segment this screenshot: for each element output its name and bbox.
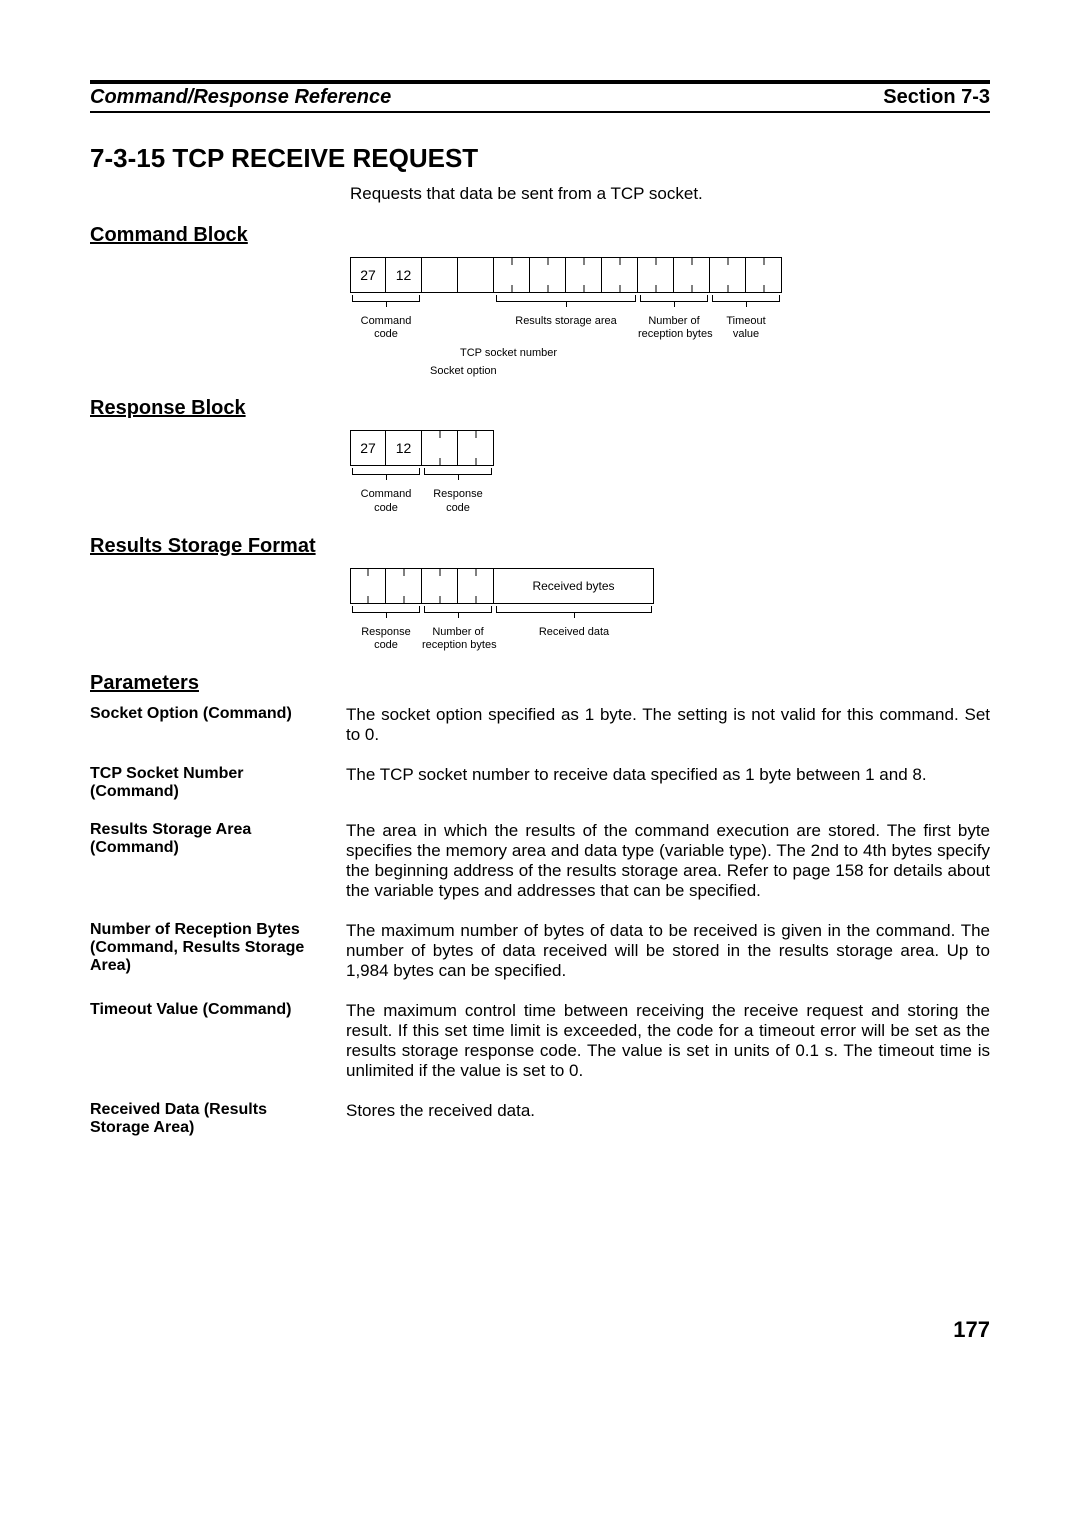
label-timeout-value: Timeout value (710, 315, 782, 341)
label-num-reception-bytes: Number of reception bytes (638, 315, 710, 341)
running-header: Command/Response Reference Section 7-3 (90, 86, 990, 113)
heading-command-block: Command Block (90, 224, 990, 247)
byte-cell (746, 257, 782, 293)
byte-cell (710, 257, 746, 293)
label-num-reception-bytes: Number of reception bytes (422, 626, 494, 652)
byte-cell (458, 430, 494, 466)
page: Command/Response Reference Section 7-3 7… (0, 0, 1080, 1383)
label-command-code: Command code (350, 315, 422, 341)
byte-cell (674, 257, 710, 293)
heading-response-block: Response Block (90, 397, 990, 420)
label-command-code: Command code (350, 488, 422, 514)
label-response-code: Response code (350, 626, 422, 652)
header-right: Section 7-3 (883, 86, 990, 109)
heading-results-storage: Results Storage Format (90, 535, 990, 558)
byte-cell (422, 568, 458, 604)
param-label: TCP Socket Number (Command) (90, 765, 346, 801)
header-rule (90, 80, 990, 84)
section-title: 7-3-15 TCP RECEIVE REQUEST (90, 143, 990, 174)
byte-cell: 12 (386, 257, 422, 293)
param-row: Results Storage Area (Command) The area … (90, 821, 990, 901)
param-desc: The TCP socket number to receive data sp… (346, 765, 990, 785)
param-row: Number of Reception Bytes (Command, Resu… (90, 921, 990, 981)
byte-cell (386, 568, 422, 604)
byte-cell (422, 430, 458, 466)
byte-cell: 12 (386, 430, 422, 466)
command-block-diagram: 27 12 Command code Results storage a (350, 257, 990, 377)
param-desc: The maximum control time between receivi… (346, 1001, 990, 1081)
header-left: Command/Response Reference (90, 86, 391, 109)
byte-cell (602, 257, 638, 293)
results-storage-diagram: Received bytes Response code Number of r… (350, 568, 990, 652)
param-label: Received Data (Results Storage Area) (90, 1101, 346, 1137)
param-desc: The socket option specified as 1 byte. T… (346, 705, 990, 745)
byte-cell (350, 568, 386, 604)
byte-cell: 27 (350, 430, 386, 466)
label-tcp-socket-number: TCP socket number (460, 347, 990, 359)
param-row: Received Data (Results Storage Area) Sto… (90, 1101, 990, 1137)
param-row: TCP Socket Number (Command) The TCP sock… (90, 765, 990, 801)
byte-cell (638, 257, 674, 293)
label-received-data: Received data (494, 626, 654, 652)
byte-cell: 27 (350, 257, 386, 293)
byte-cell-received-bytes: Received bytes (494, 568, 654, 604)
param-row: Socket Option (Command) The socket optio… (90, 705, 990, 745)
label-response-code: Response code (422, 488, 494, 514)
param-row: Timeout Value (Command) The maximum cont… (90, 1001, 990, 1081)
label-socket-option: Socket option (430, 365, 990, 377)
byte-cell (566, 257, 602, 293)
byte-cell (530, 257, 566, 293)
byte-cell (494, 257, 530, 293)
param-label: Number of Reception Bytes (Command, Resu… (90, 921, 346, 975)
param-label: Results Storage Area (Command) (90, 821, 346, 857)
param-desc: The maximum number of bytes of data to b… (346, 921, 990, 981)
param-desc: Stores the received data. (346, 1101, 990, 1121)
param-label: Timeout Value (Command) (90, 1001, 346, 1019)
page-number: 177 (90, 1317, 990, 1343)
label-results-storage-area: Results storage area (494, 315, 638, 341)
response-block-diagram: 27 12 Command code Response code (350, 430, 990, 514)
param-desc: The area in which the results of the com… (346, 821, 990, 901)
param-label: Socket Option (Command) (90, 705, 346, 723)
heading-parameters: Parameters (90, 672, 990, 695)
byte-cell (422, 257, 458, 293)
intro-text: Requests that data be sent from a TCP so… (350, 184, 990, 204)
byte-cell (458, 568, 494, 604)
byte-cell (458, 257, 494, 293)
